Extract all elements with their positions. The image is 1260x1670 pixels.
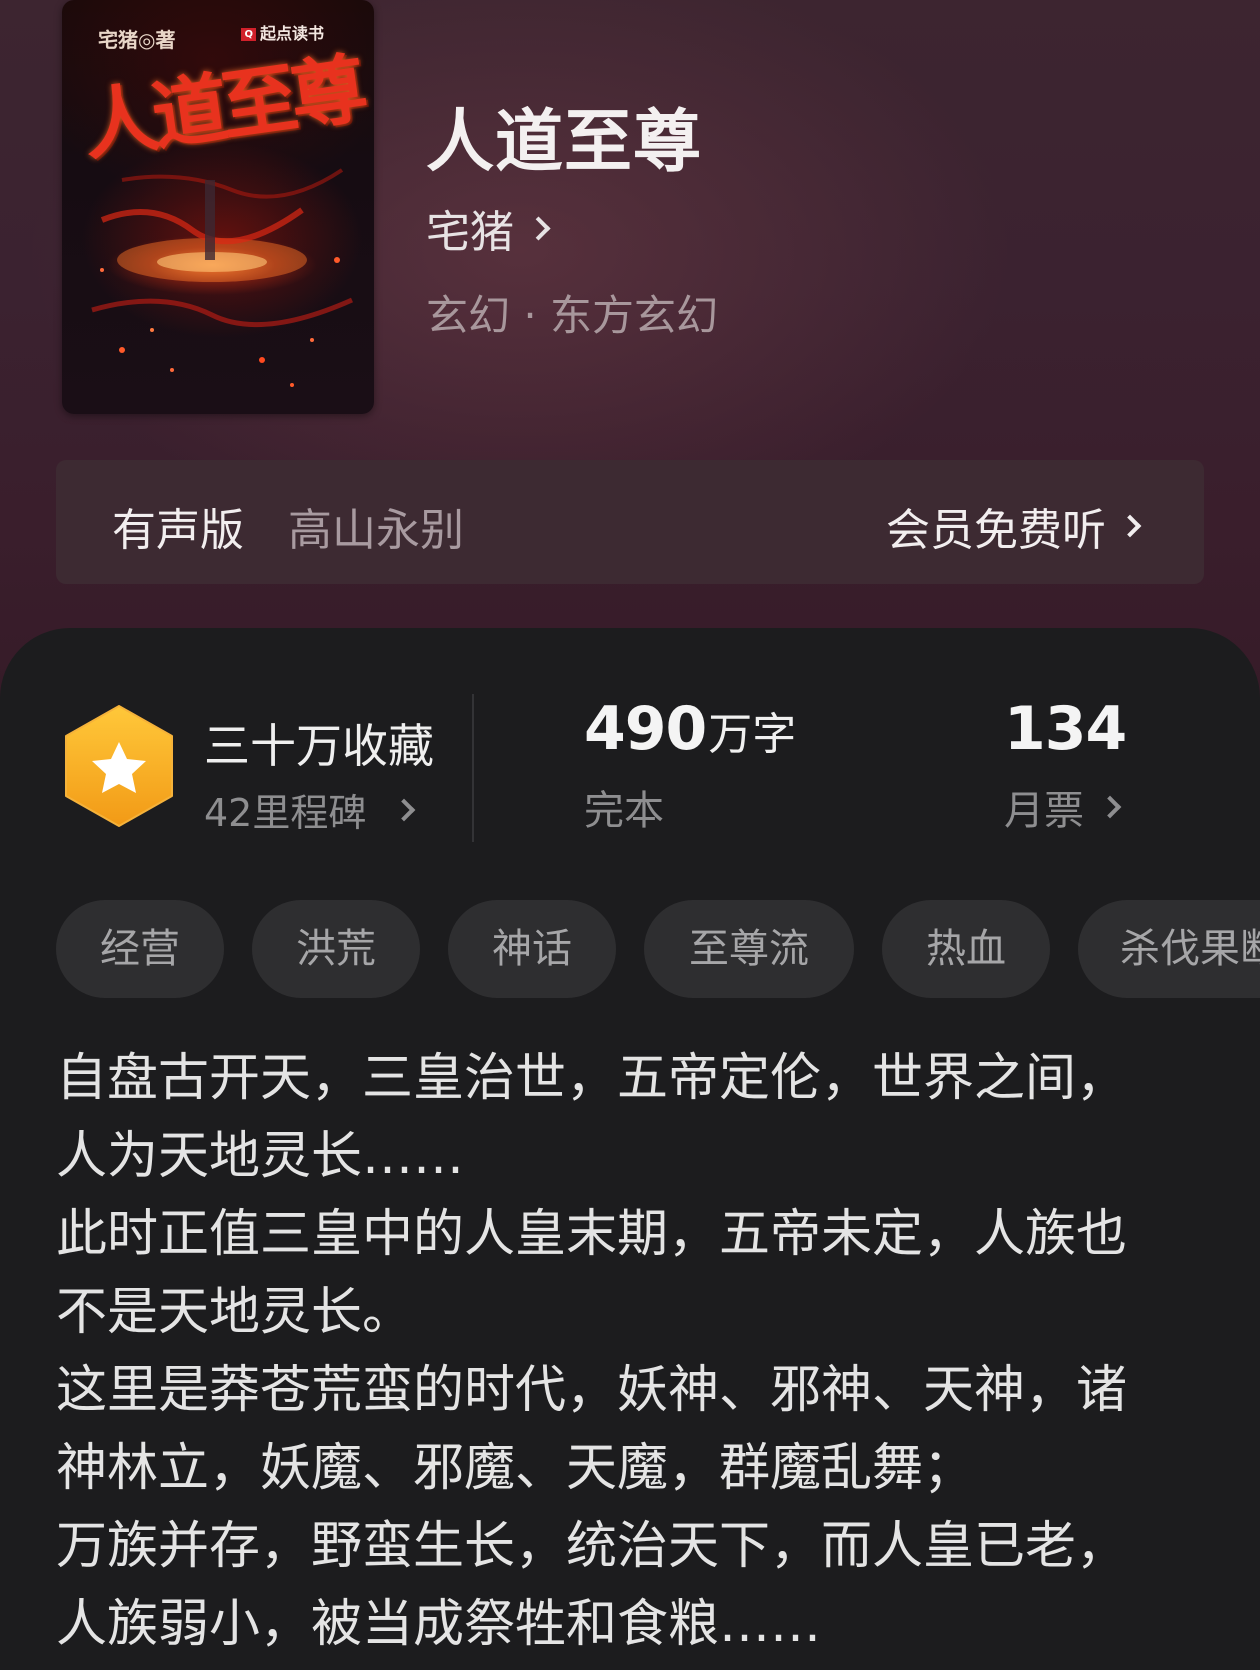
book-cover[interactable]: 宅猪◎著 Q 起点读书 人道至尊 (62, 0, 374, 414)
chevron-right-icon (1098, 795, 1122, 819)
star-badge-icon (65, 705, 173, 827)
synopsis-line: 人为天地灵长…… (56, 1127, 465, 1186)
milestones-label: 42里程碑 (204, 791, 367, 835)
member-free-listen-label: 会员免费听 (886, 505, 1106, 556)
chevron-right-icon (526, 215, 551, 241)
tag-chip[interactable]: 洪荒 (252, 900, 420, 998)
tag-chip[interactable]: 至尊流 (644, 900, 854, 998)
chevron-right-icon (393, 798, 416, 821)
tag-chip[interactable]: 神话 (448, 900, 616, 998)
cover-fire-art (91, 168, 354, 387)
author-link[interactable]: 宅猪 (426, 196, 551, 260)
stats-divider (472, 694, 474, 842)
synopsis-line: 自盘古开天，三皇治世，五帝定伦，世界之间， (56, 1049, 1128, 1108)
monthly-votes-block[interactable]: 134 月票 (1004, 694, 1127, 836)
monthly-votes-number: 134 (1004, 694, 1127, 764)
member-free-listen-button[interactable]: 会员免费听 (886, 494, 1142, 558)
word-count-number: 490 (584, 694, 707, 764)
word-count-block: 490万字 完本 (584, 694, 796, 836)
tag-list: 经营 洪荒 神话 至尊流 热血 杀伐果断 (56, 900, 1260, 1000)
completion-status: 完本 (584, 788, 664, 834)
genre-label[interactable]: 玄幻 · 东方玄幻 (426, 282, 718, 343)
collections-count: 三十万收藏 (204, 719, 434, 773)
cover-author-mark: 宅猪◎著 (98, 28, 176, 52)
audio-version-bar[interactable]: 有声版 高山永别 会员免费听 (56, 460, 1204, 584)
milestones-link[interactable]: 42里程碑 (204, 782, 416, 837)
book-synopsis[interactable]: 自盘古开天，三皇治世，五帝定伦，世界之间， 人为天地灵长…… 此时正值三皇中的人… (56, 1040, 1206, 1664)
book-info-card: 三十万收藏 42里程碑 490万字 完本 134 月票 经营 洪荒 神话 至尊流… (0, 628, 1260, 1670)
book-title: 人道至尊 (426, 102, 703, 182)
synopsis-line: 此时正值三皇中的人皇末期，五帝未定，人族也 (56, 1205, 1128, 1264)
publisher-logo-icon: Q (241, 28, 256, 41)
synopsis-line: 神林立，妖魔、邪魔、天魔，群魔乱舞； (56, 1439, 975, 1498)
synopsis-line: 这里是莽苍荒蛮的时代，妖神、邪神、天神，诸 (56, 1361, 1128, 1420)
author-name: 宅猪 (426, 207, 514, 258)
tag-chip[interactable]: 热血 (882, 900, 1050, 998)
synopsis-line: 万族并存，野蛮生长，统治天下，而人皇已老， (56, 1517, 1128, 1576)
audio-version-label: 有声版 (112, 505, 244, 556)
synopsis-line: 人族弱小，被当成祭牲和食粮…… (56, 1595, 822, 1654)
tag-chip[interactable]: 杀伐果断 (1078, 900, 1260, 998)
monthly-votes-label: 月票 (1004, 788, 1084, 834)
synopsis-line: 不是天地灵长。 (56, 1283, 414, 1342)
tag-chip[interactable]: 经营 (56, 900, 224, 998)
audio-narrator: 高山永别 (288, 505, 464, 556)
chevron-right-icon (1118, 514, 1142, 538)
word-count-unit: 万字 (708, 709, 797, 760)
